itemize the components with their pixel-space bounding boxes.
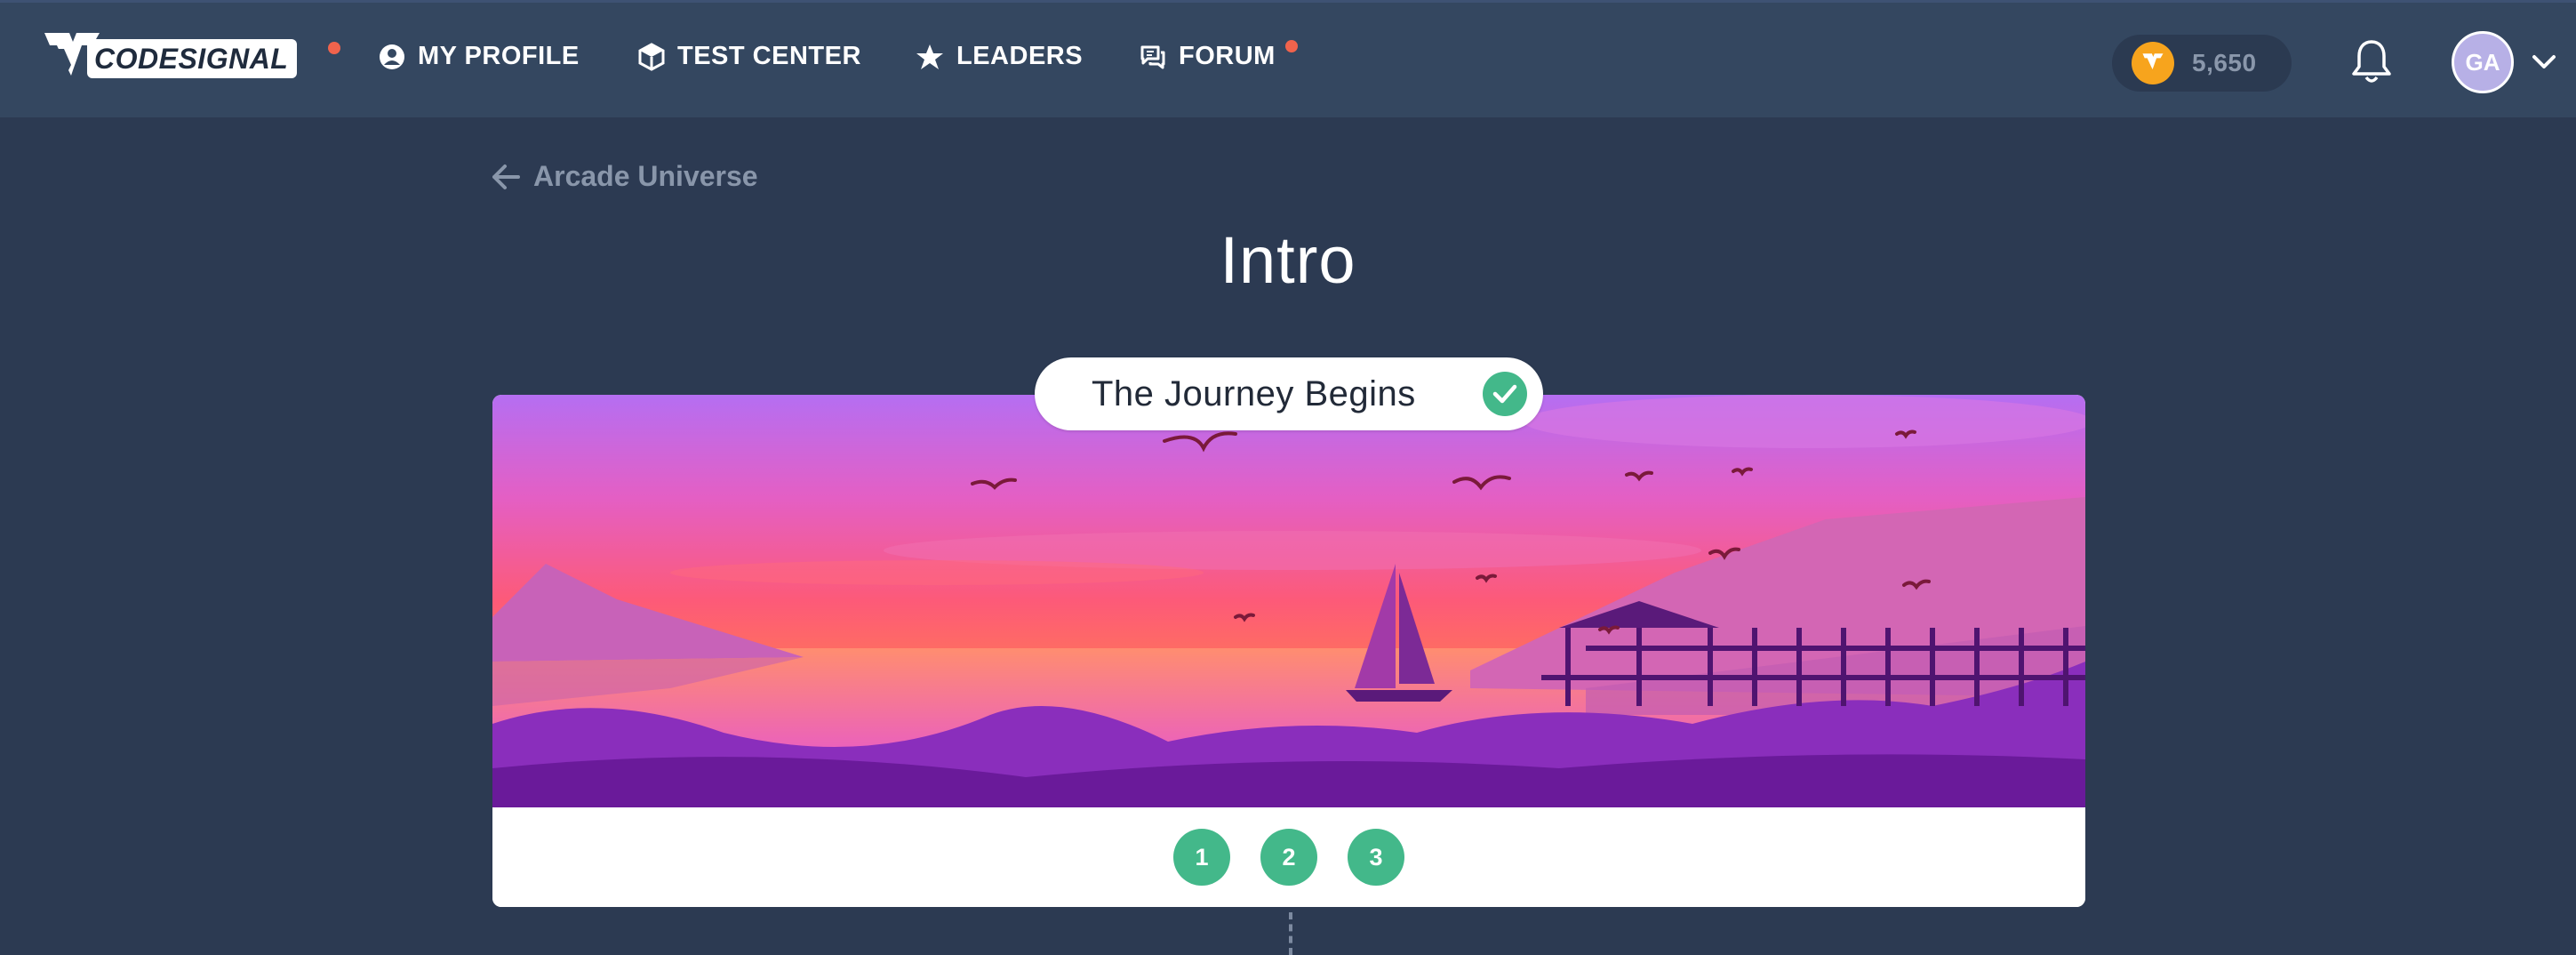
chapter-title: The Journey Begins bbox=[1092, 373, 1416, 413]
back-to-arcade-universe-link[interactable]: Arcade Universe bbox=[491, 160, 758, 193]
chapter-card[interactable]: 1 2 3 bbox=[492, 395, 2085, 907]
star-icon bbox=[916, 44, 943, 69]
nav-forum[interactable]: FORUM bbox=[1140, 42, 1276, 71]
checkmark-icon bbox=[1483, 372, 1527, 416]
level-1-button[interactable]: 1 bbox=[1173, 829, 1230, 886]
avatar[interactable]: GA bbox=[2452, 31, 2514, 93]
nav-test-center[interactable]: TEST CENTER bbox=[638, 42, 861, 71]
nav-leaders-label: LEADERS bbox=[956, 42, 1084, 70]
codesignal-logo[interactable]: CODESIGNAL bbox=[41, 29, 298, 88]
logo-notification-dot bbox=[328, 42, 340, 54]
nav-my-profile-label: MY PROFILE bbox=[418, 42, 580, 70]
nav-forum-label: FORUM bbox=[1179, 42, 1276, 70]
coins-value: 5,650 bbox=[2192, 49, 2257, 76]
path-connector bbox=[1289, 912, 1292, 955]
chapter-title-badge: The Journey Begins bbox=[1035, 357, 1543, 430]
forum-notification-dot bbox=[1285, 40, 1298, 52]
top-navigation-bar: CODESIGNAL MY PROFILE TEST CENTER LEADER… bbox=[0, 0, 2576, 117]
chevron-down-icon[interactable] bbox=[2532, 54, 2556, 70]
coins-balance[interactable]: 5,650 bbox=[2112, 35, 2292, 92]
level-2-button[interactable]: 2 bbox=[1260, 829, 1317, 886]
nav-test-center-label: TEST CENTER bbox=[677, 42, 861, 70]
coin-icon bbox=[2132, 42, 2174, 84]
sunset-lake-illustration bbox=[492, 395, 2085, 807]
nav-my-profile[interactable]: MY PROFILE bbox=[379, 42, 580, 71]
breadcrumb-label: Arcade Universe bbox=[533, 160, 758, 192]
page-title: Intro bbox=[1220, 223, 1356, 297]
logo-wordmark: CODESIGNAL bbox=[87, 39, 298, 78]
arrow-left-icon bbox=[492, 164, 520, 189]
bell-icon[interactable] bbox=[2350, 38, 2393, 86]
user-circle-icon bbox=[380, 44, 404, 69]
level-3-button[interactable]: 3 bbox=[1348, 829, 1404, 886]
levels-row: 1 2 3 bbox=[492, 807, 2085, 907]
nav-leaders[interactable]: LEADERS bbox=[916, 42, 1083, 71]
cube-icon bbox=[638, 42, 665, 71]
chat-icon bbox=[1140, 45, 1165, 68]
